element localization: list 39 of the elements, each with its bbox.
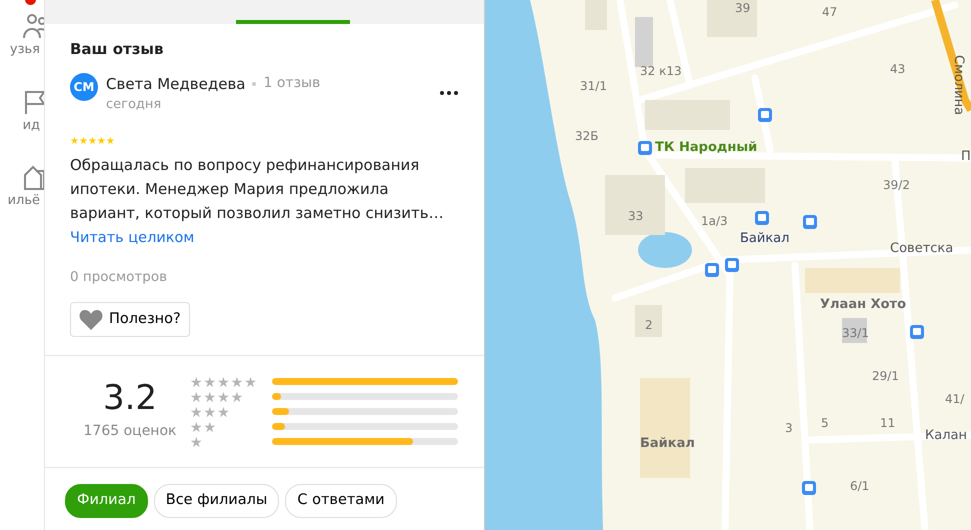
- map-label: 31/1: [580, 79, 607, 93]
- map-label: 2: [645, 318, 653, 332]
- star-label: ★: [190, 436, 204, 450]
- map-label: 33/1: [842, 326, 869, 340]
- avatar: СМ: [70, 72, 98, 100]
- map-label: 3: [785, 421, 793, 435]
- map-label: 41/: [945, 392, 964, 406]
- review-date: сегодня: [106, 96, 162, 114]
- star-label: ★★: [190, 420, 218, 435]
- map-label: 29/1: [872, 369, 899, 383]
- star-label: ★★★★★: [190, 376, 258, 390]
- map-label: 33: [628, 209, 644, 223]
- map-label: Советска: [890, 241, 954, 256]
- map-label: Байкал: [740, 231, 790, 246]
- rating-score: 3.2: [102, 381, 158, 416]
- map-label: 39: [735, 1, 750, 15]
- map-label: 32 к13: [640, 64, 682, 78]
- map-label: 6/1: [850, 479, 870, 493]
- map-label: 5: [821, 416, 829, 430]
- review-text: Обращалась по вопросу рефинансирования ипотеки. Менеджер Мария предложила вариант, который позволил заметно снизить…: [70, 154, 445, 224]
- map-label: ТК Народный: [655, 140, 758, 155]
- map-label: 47: [822, 5, 838, 19]
- map-label: Калан: [925, 428, 967, 443]
- section-title: Ваш отзыв: [70, 39, 164, 60]
- star-label: ★★★★: [190, 390, 244, 405]
- map-label: Улаан Хото: [820, 297, 906, 312]
- star-label: ★★★: [190, 406, 231, 420]
- map-label: П: [961, 149, 971, 164]
- map-label: 32Б: [575, 129, 599, 143]
- star-rating: ★★★★★: [70, 134, 116, 148]
- review-count: 1 отзыв: [263, 74, 320, 94]
- ratings-count: 1765 оценок: [82, 422, 178, 442]
- map-label: Байкал: [640, 436, 695, 451]
- views-count: 0 просмотров: [70, 268, 168, 288]
- map-label: 43: [890, 62, 906, 76]
- map-label: 1а/3: [701, 214, 728, 228]
- map-label: Смолина: [951, 55, 966, 116]
- map-label: 11: [880, 416, 896, 430]
- map-label: 39/2: [883, 178, 910, 192]
